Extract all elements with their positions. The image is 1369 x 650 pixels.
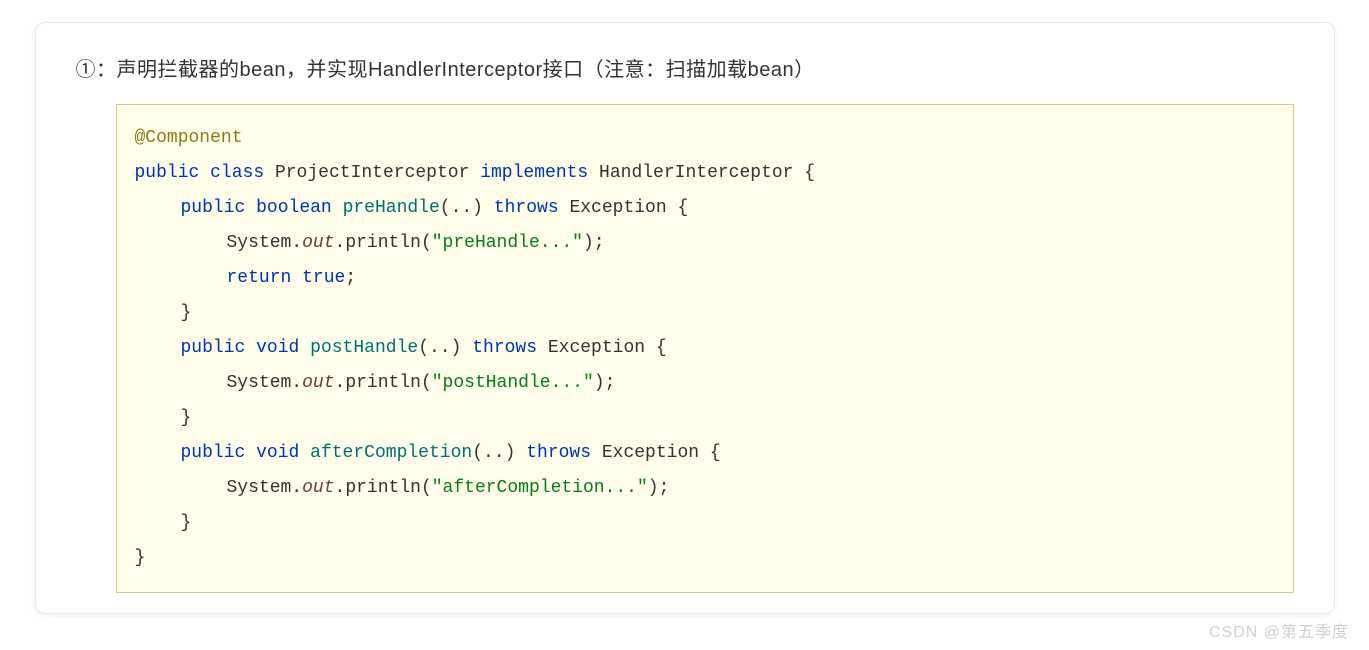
code-line: } [135, 296, 1275, 331]
static-out: out [302, 373, 334, 393]
exception-name: Exception [569, 198, 666, 218]
kw-return-type: boolean [256, 198, 332, 218]
stmt-prefix: System. [227, 478, 303, 498]
semicolon: ; [345, 268, 356, 288]
code-line: } [135, 541, 1275, 576]
stmt-mid: .println( [335, 478, 432, 498]
static-out: out [302, 478, 334, 498]
kw-throws: throws [494, 198, 559, 218]
code-line: public class ProjectInterceptor implemen… [135, 156, 1275, 191]
brace-close: } [181, 303, 192, 323]
document-card: ①：声明拦截器的bean，并实现HandlerInterceptor接口（注意：… [35, 22, 1335, 614]
string-literal: "preHandle..." [432, 233, 583, 253]
kw-true: true [302, 268, 345, 288]
brace-close: } [181, 513, 192, 533]
stmt-end: ); [594, 373, 616, 393]
method-name: postHandle [310, 338, 418, 358]
method-name: afterCompletion [310, 443, 472, 463]
kw-return-type: void [256, 338, 299, 358]
method-args: (..) [418, 338, 461, 358]
method-args: (..) [440, 198, 483, 218]
code-line: } [135, 401, 1275, 436]
exception-name: Exception [602, 443, 699, 463]
stmt-prefix: System. [227, 233, 303, 253]
class-name: ProjectInterceptor [275, 163, 469, 183]
code-block: @Component public class ProjectIntercept… [116, 104, 1294, 593]
kw-public: public [181, 443, 246, 463]
code-line: System.out.println("preHandle..."); [135, 226, 1275, 261]
kw-return: return [227, 268, 292, 288]
stmt-mid: .println( [335, 373, 432, 393]
section-heading: ①：声明拦截器的bean，并实现HandlerInterceptor接口（注意：… [76, 53, 1294, 82]
annotation-text: @Component [135, 128, 243, 148]
interface-name: HandlerInterceptor [599, 163, 793, 183]
code-line: System.out.println("postHandle..."); [135, 366, 1275, 401]
stmt-end: ); [583, 233, 605, 253]
kw-throws: throws [526, 443, 591, 463]
brace-close: } [181, 408, 192, 428]
brace-open: { [699, 443, 721, 463]
kw-return-type: void [256, 443, 299, 463]
code-line: public void postHandle(..) throws Except… [135, 331, 1275, 366]
code-line: System.out.println("afterCompletion...")… [135, 471, 1275, 506]
kw-class: class [210, 163, 264, 183]
stmt-end: ); [648, 478, 670, 498]
brace-open: { [793, 163, 815, 183]
code-line: public void afterCompletion(..) throws E… [135, 436, 1275, 471]
brace-close: } [135, 548, 146, 568]
code-line: public boolean preHandle(..) throws Exce… [135, 191, 1275, 226]
exception-name: Exception [548, 338, 645, 358]
static-out: out [302, 233, 334, 253]
string-literal: "postHandle..." [432, 373, 594, 393]
code-line: return true; [135, 261, 1275, 296]
kw-public: public [181, 198, 246, 218]
method-args: (..) [472, 443, 515, 463]
brace-open: { [667, 198, 689, 218]
code-line: @Component [135, 121, 1275, 156]
kw-public: public [135, 163, 200, 183]
watermark-text: CSDN @第五季度 [1209, 618, 1349, 642]
stmt-prefix: System. [227, 373, 303, 393]
kw-throws: throws [472, 338, 537, 358]
kw-implements: implements [480, 163, 588, 183]
brace-open: { [645, 338, 667, 358]
code-line: } [135, 506, 1275, 541]
kw-public: public [181, 338, 246, 358]
string-literal: "afterCompletion..." [432, 478, 648, 498]
method-name: preHandle [343, 198, 440, 218]
stmt-mid: .println( [335, 233, 432, 253]
